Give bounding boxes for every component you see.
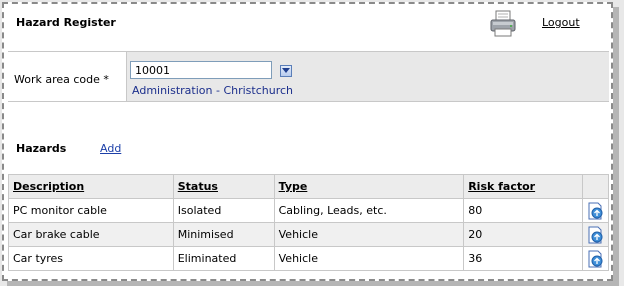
table-row: PC monitor cable Isolated Cabling, Leads… (8, 198, 610, 223)
cell-actions (581, 198, 610, 223)
cell-status: Minimised (172, 222, 275, 247)
add-hazard-link[interactable]: Add (100, 142, 121, 155)
column-header-actions (581, 174, 610, 199)
cell-status: Eliminated (172, 246, 275, 271)
cell-type: Cabling, Leads, etc. (273, 198, 465, 223)
cell-actions (581, 246, 610, 271)
hazards-table: Description Status Type Risk factor PC m… (8, 174, 610, 271)
work-area-dropdown-button[interactable] (280, 65, 292, 77)
edit-document-icon[interactable] (586, 226, 604, 244)
edit-document-icon[interactable] (586, 250, 604, 268)
cell-status: Isolated (172, 198, 275, 223)
frame-shadow-bottom (7, 281, 619, 286)
header-bar: Hazard Register Logout (4, 4, 611, 44)
work-area-name: Administration - Christchurch (132, 84, 294, 97)
column-header-type[interactable]: Type (273, 174, 465, 199)
cell-actions (581, 222, 610, 247)
table-header-row: Description Status Type Risk factor (8, 174, 610, 199)
cell-description: Car tyres (8, 246, 174, 271)
table-row: Car tyres Eliminated Vehicle 36 (8, 246, 610, 271)
hazards-heading: Hazards (16, 142, 67, 155)
work-area-label: Work area code * (14, 73, 109, 86)
edit-document-icon[interactable] (586, 202, 604, 220)
cell-risk-factor: 36 (463, 246, 583, 271)
cell-risk-factor: 80 (463, 198, 583, 223)
page-title: Hazard Register (16, 16, 116, 29)
cell-description: PC monitor cable (8, 198, 174, 223)
cell-type: Vehicle (273, 246, 465, 271)
hazard-register-panel: Hazard Register Logout Work area code * … (2, 2, 613, 281)
column-header-risk-factor[interactable]: Risk factor (463, 174, 583, 199)
work-area-label-cell: Work area code * (8, 52, 127, 101)
column-header-status[interactable]: Status (172, 174, 275, 199)
cell-description: Car brake cable (8, 222, 174, 247)
table-row: Car brake cable Minimised Vehicle 20 (8, 222, 610, 247)
logout-link[interactable]: Logout (542, 16, 580, 29)
work-area-code-input[interactable] (130, 61, 272, 79)
cell-type: Vehicle (273, 222, 465, 247)
printer-icon[interactable] (488, 9, 518, 39)
frame-shadow-right (613, 7, 619, 285)
column-header-description[interactable]: Description (8, 174, 174, 199)
work-area-filter: Work area code * (8, 51, 609, 102)
cell-risk-factor: 20 (463, 222, 583, 247)
